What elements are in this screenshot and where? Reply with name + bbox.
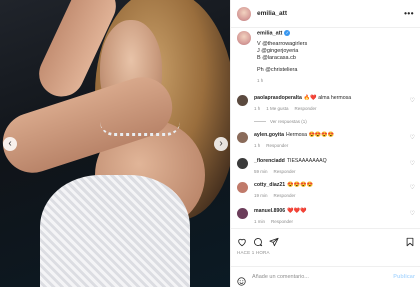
caption-line: V @thearrowagirlers [257, 41, 308, 48]
reply-button[interactable]: Responder [266, 143, 288, 148]
comment-text: TIESAAAAAAAQ [286, 158, 327, 164]
instagram-post: ‹ › emilia_att ••• emilia_att ✓ V @thearr… [0, 0, 420, 287]
bookmark-icon[interactable] [405, 234, 415, 246]
comment-username[interactable]: manuel.8906 [254, 208, 285, 214]
chevron-right-icon[interactable]: › [214, 137, 228, 151]
comment-username[interactable]: _florenciadd [254, 158, 285, 164]
reply-button[interactable]: Responder [274, 169, 296, 174]
comment-likes[interactable]: 1 Me gusta [266, 106, 288, 111]
list-item: _florenciadd TIESAAAAAAAQ 59 min Responder… [237, 158, 415, 175]
comment-time: 19 min [254, 193, 268, 198]
see-replies-button[interactable]: Ver respuestas (1) [254, 119, 307, 124]
comment-time: 1 h [254, 106, 261, 111]
caption-time: 1 h [257, 78, 264, 84]
caption-line: J @gingerjoyeria [257, 48, 299, 55]
add-comment-bar: Publicar [231, 266, 420, 287]
photo-dress [40, 175, 190, 287]
list-item: paolaprasdoperalta 🔥❤️ alma hermosa 1 h 1 … [237, 95, 415, 112]
comment-text: 😍😍😍😍 [287, 182, 313, 188]
caption-username[interactable]: emilia_att [257, 30, 282, 36]
header-username[interactable]: emilia_att [257, 10, 287, 17]
post-header: emilia_att ••• [231, 0, 420, 28]
action-bar [231, 228, 420, 248]
comments-panel[interactable]: emilia_att ✓ V @thearrowagirlers J @ginge… [231, 28, 420, 228]
reply-button[interactable]: Responder [271, 219, 293, 224]
emoji-icon[interactable] [237, 273, 246, 286]
photo-necklace [100, 122, 180, 136]
reply-button[interactable]: Responder [295, 106, 317, 111]
comment-time: 59 min [254, 169, 268, 174]
avatar[interactable] [237, 132, 248, 143]
comment-username[interactable]: cotty_diaz21 [254, 182, 285, 188]
comment-time: 1 h [254, 143, 261, 148]
heart-icon[interactable]: ♡ [410, 97, 415, 104]
list-item: manuel.8906 ❤️❤️❤️ 1 min Responder ♡ [237, 208, 415, 225]
comment-text: 🔥❤️ alma hermosa [303, 95, 352, 101]
avatar[interactable] [237, 158, 248, 169]
caption-credit: Ph @christeliera [257, 67, 298, 74]
verified-icon: ✓ [284, 30, 291, 36]
heart-icon[interactable]: ♡ [410, 184, 415, 191]
comment-text: Hermosa 😍😍😍😍 [285, 132, 335, 138]
heart-icon[interactable]: ♡ [410, 210, 415, 217]
avatar[interactable] [237, 208, 248, 219]
reply-button[interactable]: Responder [274, 193, 296, 198]
comment-input[interactable] [252, 274, 382, 280]
post-sidebar: emilia_att ••• emilia_att ✓ V @thearrowag… [230, 0, 420, 287]
post-date[interactable]: HACE 1 HORA [237, 250, 270, 255]
post-photo[interactable]: ‹ › [0, 0, 230, 287]
comment-icon[interactable] [253, 234, 263, 246]
avatar[interactable] [237, 95, 248, 106]
comment-text: ❤️❤️❤️ [287, 208, 307, 214]
chevron-left-icon[interactable]: ‹ [3, 137, 17, 151]
avatar[interactable] [237, 6, 251, 21]
heart-icon[interactable]: ♡ [410, 134, 415, 141]
comment-username[interactable]: aylen.goyita [254, 132, 284, 138]
avatar[interactable] [237, 31, 251, 45]
list-item: aylen.goyita Hermosa 😍😍😍😍 1 h Responder ♡ [237, 132, 415, 149]
avatar[interactable] [237, 182, 248, 193]
heart-icon[interactable]: ♡ [410, 160, 415, 167]
heart-icon[interactable] [237, 234, 247, 246]
publish-button[interactable]: Publicar [393, 274, 415, 280]
caption-line: B @laracasa.cb [257, 55, 296, 62]
caption: emilia_att ✓ V @thearrowagirlers J @ginge… [237, 30, 415, 84]
ellipsis-icon[interactable]: ••• [404, 9, 414, 18]
comment-username[interactable]: paolaprasdoperalta [254, 95, 302, 101]
share-icon[interactable] [269, 234, 279, 246]
comment-time: 1 min [254, 219, 266, 224]
list-item: cotty_diaz21 😍😍😍😍 19 min Responder ♡ [237, 182, 415, 199]
